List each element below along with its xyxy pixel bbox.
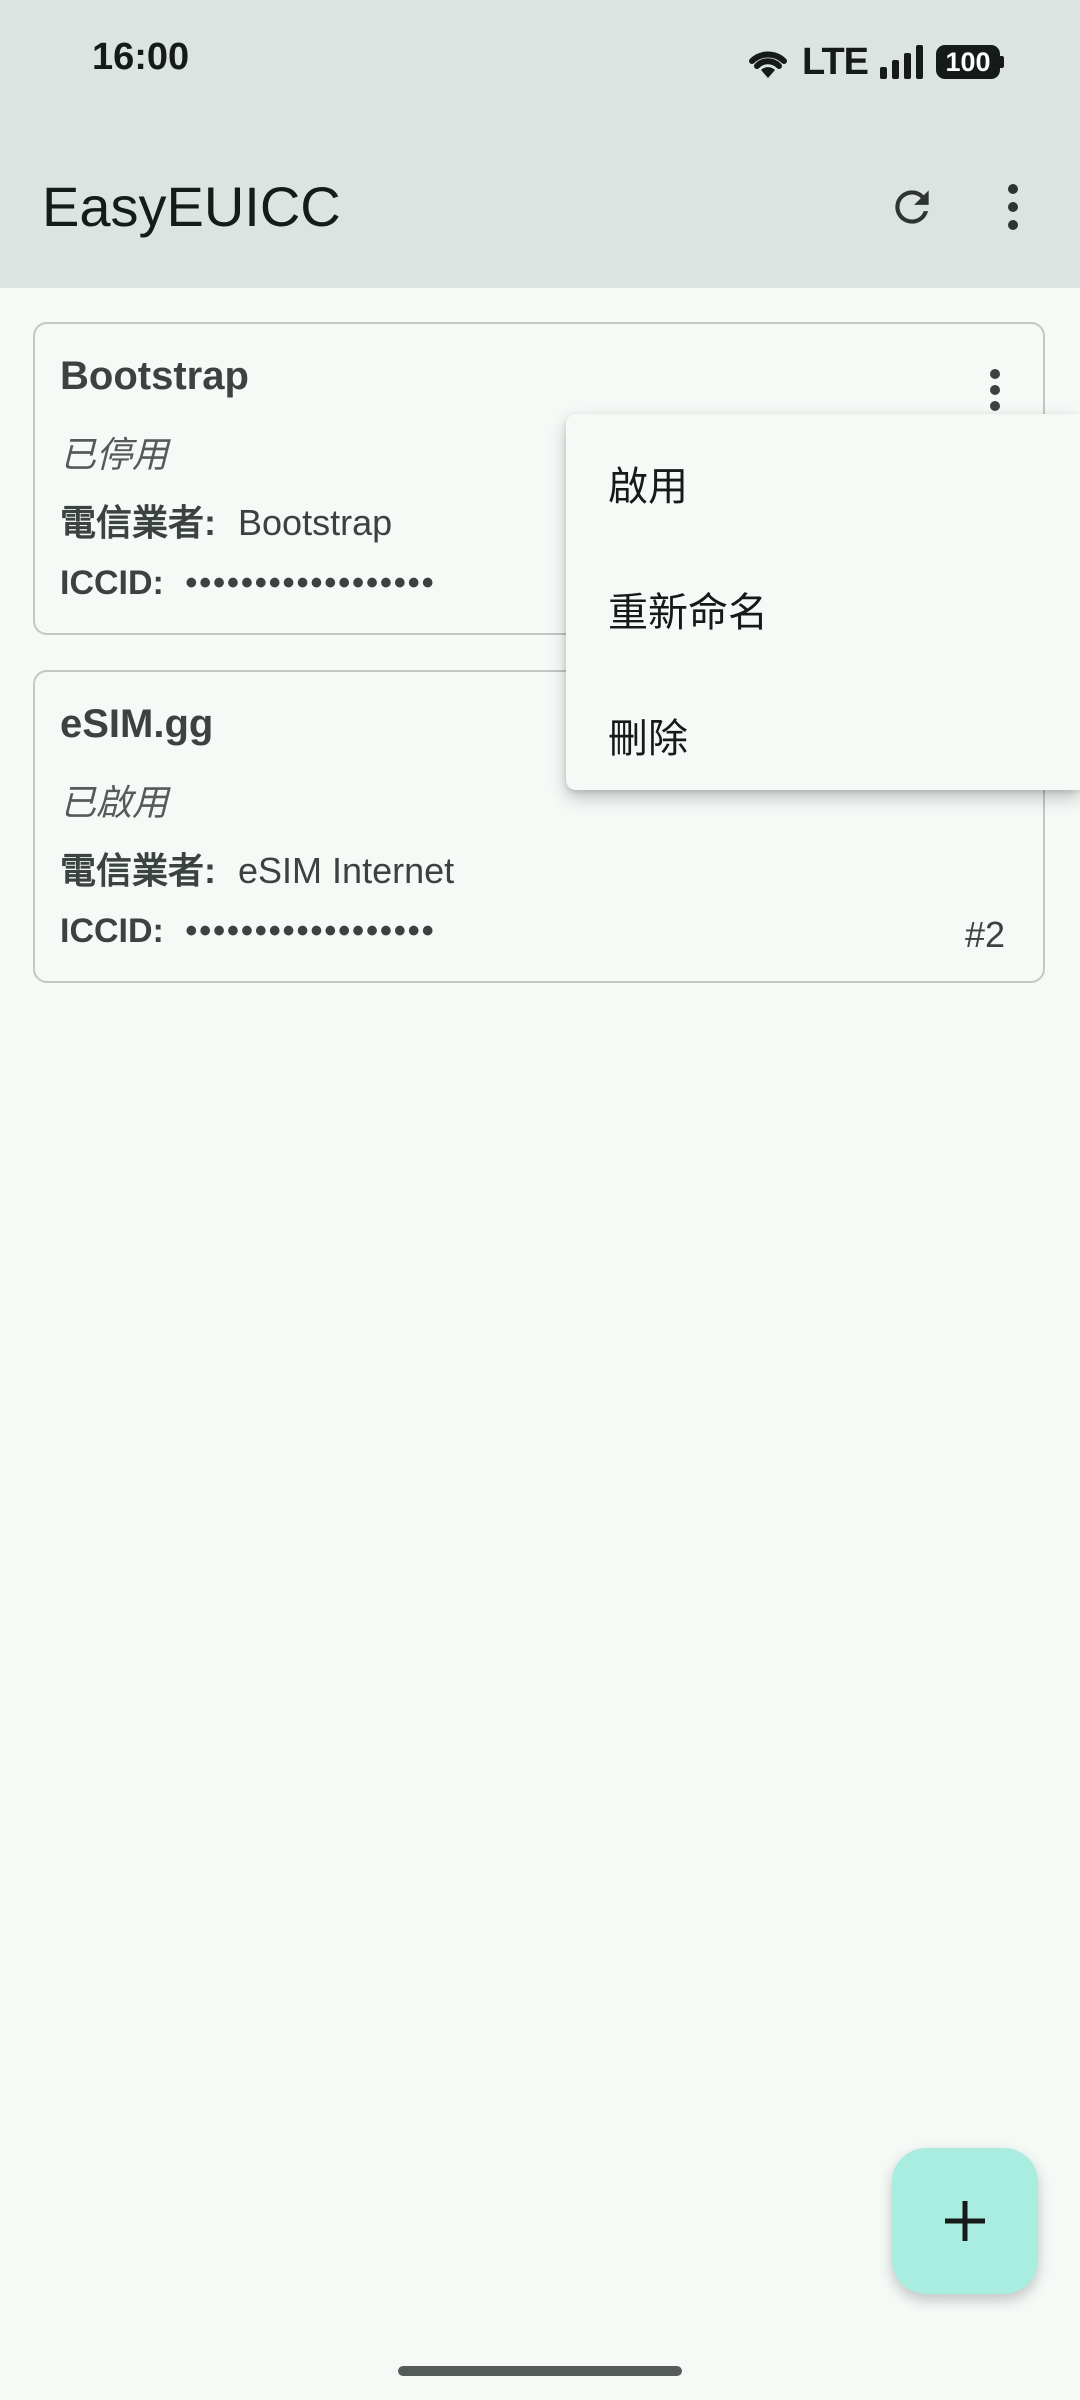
profile-carrier: 電信業者: eSIM Internet bbox=[60, 842, 454, 894]
battery-level: 100 bbox=[936, 45, 1000, 79]
status-icons: LTE 100 bbox=[746, 38, 1004, 86]
profile-menu-button[interactable] bbox=[965, 360, 1025, 420]
iccid-value: •••••••••••••••••• bbox=[185, 564, 436, 602]
menu-item-enable[interactable]: 啟用 bbox=[608, 454, 688, 512]
network-type: LTE bbox=[802, 40, 869, 83]
profile-name: Bootstrap bbox=[60, 354, 249, 398]
more-vert-icon bbox=[1008, 184, 1018, 230]
status-time: 16:00 bbox=[92, 36, 190, 78]
carrier-label: 電信業者: bbox=[60, 502, 216, 543]
signal-icon bbox=[880, 45, 923, 79]
carrier-value: Bootstrap bbox=[238, 502, 393, 543]
iccid-label: ICCID: bbox=[60, 564, 164, 602]
iccid-value: •••••••••••••••••• bbox=[185, 912, 436, 950]
app-title: EasyEUICC bbox=[42, 175, 341, 238]
overflow-menu-button[interactable] bbox=[982, 170, 1044, 244]
profile-iccid: ICCID: •••••••••••••••••• bbox=[60, 912, 436, 951]
profile-context-menu: 啟用 重新命名 刪除 bbox=[566, 414, 1080, 790]
more-vert-icon bbox=[990, 369, 1000, 411]
profile-carrier: 電信業者: Bootstrap bbox=[60, 494, 392, 546]
battery-icon: 100 bbox=[936, 45, 1004, 79]
refresh-button[interactable] bbox=[875, 170, 949, 244]
add-profile-button[interactable] bbox=[892, 2148, 1038, 2294]
add-icon bbox=[945, 2201, 985, 2241]
profile-name: eSIM.gg bbox=[60, 702, 214, 746]
iccid-label: ICCID: bbox=[60, 912, 164, 950]
refresh-icon bbox=[895, 190, 929, 224]
profile-iccid: ICCID: •••••••••••••••••• bbox=[60, 564, 436, 603]
carrier-value: eSIM Internet bbox=[238, 850, 455, 891]
profile-index: #2 bbox=[964, 914, 1005, 955]
menu-item-rename[interactable]: 重新命名 bbox=[608, 580, 768, 638]
profile-state: 已啟用 bbox=[60, 782, 169, 823]
menu-item-delete[interactable]: 刪除 bbox=[608, 706, 688, 764]
home-indicator[interactable] bbox=[398, 2366, 682, 2376]
carrier-label: 電信業者: bbox=[60, 850, 216, 891]
wifi-icon bbox=[749, 51, 788, 78]
profile-state: 已停用 bbox=[60, 434, 169, 475]
status-bar: 16:00 LTE 100 bbox=[0, 0, 1080, 120]
